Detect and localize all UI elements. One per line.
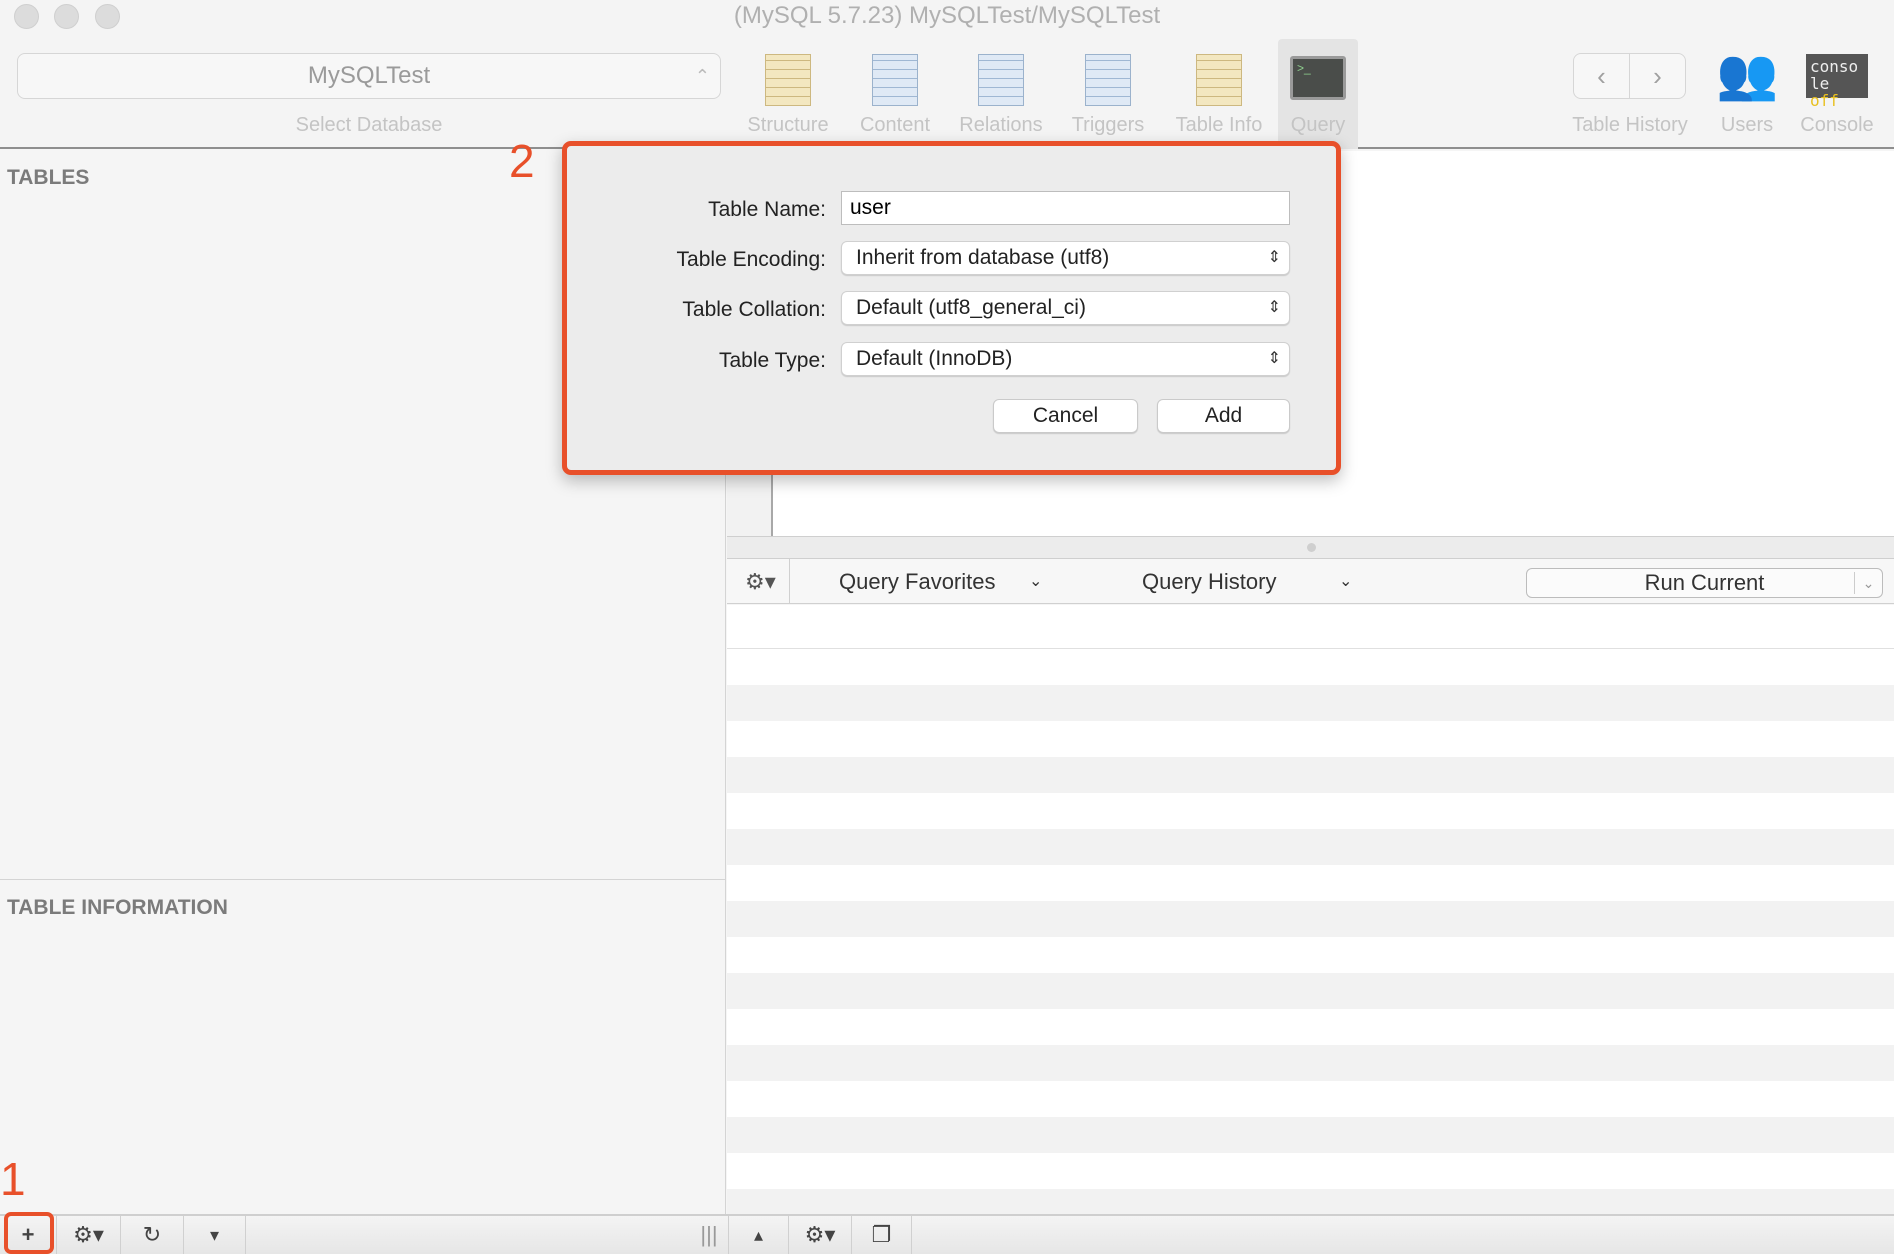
table-info-icon[interactable] [1196,54,1242,106]
separator [789,559,790,603]
table-row [727,937,1894,973]
bottom-toolbar: + ⚙▾ ↻ ▾ ||| ▴ ⚙▾ ❐ [0,1214,1894,1254]
tab-relations[interactable]: Relations [946,114,1056,137]
updown-icon: ⌃ [694,66,710,86]
table-row [727,1081,1894,1117]
query-favorites-button[interactable]: Query Favorites [839,569,996,595]
table-collation-value: Default (utf8_general_ci) [856,296,1086,319]
query-history-button[interactable]: Query History [1142,569,1276,595]
table-history-nav: ‹ › [1573,53,1686,99]
tab-structure[interactable]: Structure [738,114,838,137]
structure-icon[interactable] [765,54,811,106]
toggle-table-info-icon[interactable]: ▾ [184,1216,246,1254]
splitter-handle-icon [1307,543,1316,552]
step-2-label: 2 [509,135,535,187]
table-row [727,901,1894,937]
database-select[interactable]: MySQLTest ⌃ [17,53,721,99]
table-collation-label: Table Collation: [682,298,826,321]
add-button[interactable]: Add [1157,399,1290,433]
table-encoding-select[interactable]: Inherit from database (utf8) ⇕ [841,241,1290,275]
console-icon-text: off [1810,91,1839,110]
table-collation-select[interactable]: Default (utf8_general_ci) ⇕ [841,291,1290,325]
sidebar-divider[interactable] [0,879,726,880]
updown-icon: ⇕ [1267,249,1281,266]
query-gear-icon[interactable]: ⚙▾ [789,1216,852,1254]
copy-results-icon[interactable]: ❐ [852,1216,912,1254]
refresh-icon[interactable]: ↻ [121,1216,184,1254]
table-row [727,757,1894,793]
window-title: (MySQL 5.7.23) MySQLTest/MySQLTest [733,2,1161,29]
toggle-editor-icon[interactable]: ▴ [728,1216,789,1254]
console-label[interactable]: Console [1792,114,1882,137]
tab-query[interactable]: Query [1278,114,1358,137]
run-options-dropdown[interactable]: ⌄ [1854,572,1882,594]
sidebar-resize-handle[interactable]: ||| [690,1216,728,1254]
step-1-highlight [4,1212,54,1254]
content-icon[interactable] [872,54,918,106]
forward-button[interactable]: › [1629,54,1685,98]
editor-splitter[interactable] [727,536,1894,559]
table-row [727,1009,1894,1045]
updown-icon: ⇕ [1267,350,1281,367]
updown-icon: ⇕ [1267,299,1281,316]
table-row [727,1189,1894,1214]
table-row [727,1045,1894,1081]
tables-heading: TABLES [7,166,90,189]
cancel-button[interactable]: Cancel [993,399,1138,433]
database-select-value: MySQLTest [307,62,431,89]
step-1-label: 1 [0,1153,26,1205]
run-current-button[interactable]: Run Current ⌄ [1526,568,1883,598]
relations-icon[interactable] [978,54,1024,106]
query-bar: ⚙▾ Query Favorites ⌄ Query History ⌄ Run… [727,559,1894,604]
users-icon[interactable]: 👥 [1716,44,1778,104]
table-name-label: Table Name: [708,198,826,221]
table-row [727,829,1894,865]
table-type-value: Default (InnoDB) [856,347,1013,370]
chevron-down-icon[interactable]: ⌄ [1029,571,1042,591]
table-encoding-label: Table Encoding: [676,248,826,271]
results-header [727,605,1894,649]
table-actions-gear-icon[interactable]: ⚙▾ [57,1216,121,1254]
chevron-down-icon[interactable]: ⌄ [1339,571,1352,591]
table-row [727,649,1894,685]
add-table-dialog: Table Name: Table Encoding: Inherit from… [562,141,1341,475]
table-row [727,721,1894,757]
table-information-heading: TABLE INFORMATION [7,896,228,919]
window-toolbar: (MySQL 5.7.23) MySQLTest/MySQLTest MySQL… [0,0,1894,149]
table-name-input[interactable] [841,191,1290,225]
triggers-icon[interactable] [1085,54,1131,106]
select-database-label: Select Database [295,114,443,136]
table-type-label: Table Type: [718,349,826,372]
query-terminal-icon[interactable]: >_ [1290,56,1346,100]
results-table[interactable] [727,605,1894,1214]
table-row [727,793,1894,829]
table-row [727,865,1894,901]
tab-content[interactable]: Content [845,114,945,137]
users-label[interactable]: Users [1710,114,1784,137]
gear-menu-icon[interactable]: ⚙▾ [745,569,776,595]
console-icon[interactable]: conso le off [1806,54,1868,109]
table-row [727,1153,1894,1189]
run-current-label: Run Current [1644,570,1765,595]
tab-table-info[interactable]: Table Info [1164,114,1274,137]
table-row [727,1117,1894,1153]
table-row [727,973,1894,1009]
back-button[interactable]: ‹ [1574,54,1629,98]
tab-triggers[interactable]: Triggers [1058,114,1158,137]
table-history-label: Table History [1572,114,1688,136]
table-row [727,685,1894,721]
table-type-select[interactable]: Default (InnoDB) ⇕ [841,342,1290,376]
table-encoding-value: Inherit from database (utf8) [856,246,1110,269]
